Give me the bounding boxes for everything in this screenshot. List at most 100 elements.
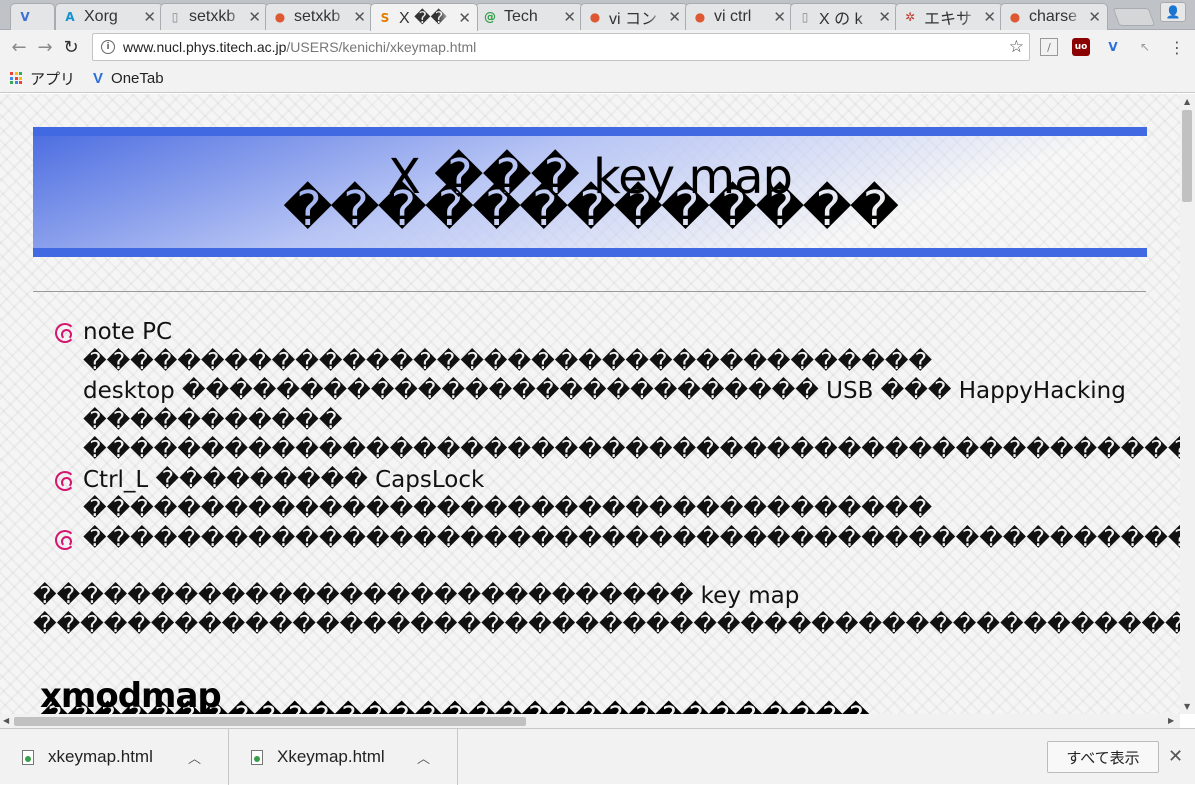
- close-tab-icon[interactable]: ✕: [563, 8, 576, 26]
- page-icon: ▯: [801, 10, 809, 24]
- duckduckgo-icon: ●: [1009, 10, 1021, 24]
- extension-icon[interactable]: /: [1040, 38, 1058, 56]
- list-item-line: note PC: [83, 319, 173, 345]
- arch-icon: A: [65, 10, 75, 24]
- tab-title: X ��: [399, 9, 447, 27]
- tab[interactable]: @ Tech ✕: [475, 3, 583, 30]
- forward-button[interactable]: →: [32, 34, 58, 60]
- horizontal-scroll-thumb[interactable]: [14, 717, 526, 726]
- tab-title: vi ctrl: [714, 8, 752, 25]
- tab[interactable]: ▯ X の k ✕: [790, 3, 898, 30]
- chevron-up-icon[interactable]: ︿: [417, 748, 430, 767]
- close-tab-icon[interactable]: ✕: [668, 8, 681, 26]
- list-item-line: ����������������������������������������…: [83, 525, 1180, 552]
- list-item-line: ������������������������������������: [83, 348, 933, 375]
- scroll-right-icon[interactable]: ▶: [1168, 716, 1174, 725]
- tab-strip: V A Xorg ✕ ▯ setxkb ✕ ● setxkb ✕ S X �� ✕ @ Tech ✕ ● vi…: [0, 0, 1195, 31]
- close-icon[interactable]: ✕: [1168, 746, 1183, 767]
- tab-title: setxkb: [294, 8, 341, 25]
- menu-icon[interactable]: ⋮: [1168, 38, 1186, 57]
- onetab-extension-icon[interactable]: V: [1104, 38, 1122, 56]
- excite-icon: ✲: [904, 10, 916, 24]
- close-tab-icon[interactable]: ✕: [878, 8, 891, 26]
- vertical-scroll-thumb[interactable]: [1182, 110, 1192, 202]
- bookmark-apps[interactable]: アプリ: [10, 68, 75, 89]
- onetab-icon: V: [93, 69, 104, 87]
- tab[interactable]: ● charse ✕: [1000, 3, 1108, 30]
- section-heading-sub: �������������������������������: [40, 700, 870, 714]
- list-item-line: Ctrl_L ��������� CapsLock: [83, 466, 485, 493]
- download-name: xkeymap.html: [48, 747, 153, 766]
- download-item[interactable]: Xkeymap.html ︿: [229, 729, 458, 785]
- close-tab-icon[interactable]: ✕: [248, 8, 261, 26]
- file-icon: [251, 749, 263, 765]
- bookmark-star-icon[interactable]: ☆: [1009, 37, 1024, 57]
- duckduckgo-icon: ●: [274, 10, 286, 24]
- tab-title: setxkb: [189, 8, 236, 25]
- page-subtitle: �������������: [283, 181, 899, 237]
- onetab-icon: V: [20, 10, 30, 24]
- download-shelf: xkeymap.html ︿ Xkeymap.html ︿ すべて表示 ✕: [0, 728, 1195, 785]
- info-icon[interactable]: i: [101, 40, 115, 54]
- list-item-line: desktop ��������������������������� USB …: [83, 378, 1126, 404]
- bookmark-onetab-label: OneTab: [111, 69, 164, 87]
- close-tab-icon[interactable]: ✕: [143, 8, 156, 26]
- url-text: www.nucl.phys.titech.ac.jp/USERS/kenichi…: [123, 39, 477, 55]
- horizontal-scrollbar[interactable]: ◀ ▶: [0, 714, 1180, 728]
- close-tab-icon[interactable]: ✕: [773, 8, 786, 26]
- debian-swirl-icon: [55, 529, 75, 550]
- tab-title: Tech: [504, 8, 538, 25]
- paragraph-line: ����������������������������������������…: [33, 612, 1180, 638]
- close-tab-icon[interactable]: ✕: [353, 8, 366, 26]
- scroll-left-icon[interactable]: ◀: [3, 716, 9, 725]
- banner-top-rule: [33, 127, 1147, 136]
- bookmark-onetab[interactable]: V OneTab: [93, 70, 164, 87]
- list-item: note PC ���������������������������������…: [55, 318, 1180, 466]
- close-tab-icon[interactable]: ✕: [983, 8, 996, 26]
- scroll-up-icon[interactable]: ▲: [1184, 97, 1190, 106]
- download-item[interactable]: xkeymap.html ︿: [0, 729, 229, 785]
- profile-icon[interactable]: 👤: [1160, 2, 1186, 22]
- new-tab-button[interactable]: [1112, 8, 1156, 26]
- file-icon: [22, 749, 34, 765]
- page-content: X ��� key map ������������� note PC �����…: [0, 94, 1180, 714]
- paragraph-line: ���������������������������� key map: [33, 583, 800, 609]
- page-icon: ▯: [171, 10, 179, 24]
- back-button[interactable]: ←: [6, 34, 32, 60]
- tab[interactable]: ▯ setxkb ✕: [160, 3, 268, 30]
- close-tab-icon[interactable]: ✕: [1088, 8, 1101, 26]
- bullet-list: note PC ���������������������������������…: [55, 318, 1180, 554]
- toolbar: ← → ↻ i www.nucl.phys.titech.ac.jp/USERS…: [0, 30, 1195, 64]
- download-name: Xkeymap.html: [277, 747, 385, 766]
- tab-title: vi コン: [609, 11, 658, 28]
- scroll-down-icon[interactable]: ▼: [1184, 702, 1190, 711]
- tab[interactable]: ● setxkb ✕: [265, 3, 373, 30]
- tab-title: X の k: [819, 11, 863, 28]
- reload-button[interactable]: ↻: [58, 34, 84, 60]
- tab[interactable]: ● vi コン ✕: [580, 3, 688, 30]
- tab-title: エキサ: [924, 11, 973, 28]
- duckduckgo-icon: ●: [694, 10, 706, 24]
- duckduckgo-icon: ●: [589, 10, 601, 24]
- tab[interactable]: ● vi ctrl ✕: [685, 3, 793, 30]
- tab[interactable]: ✲ エキサ ✕: [895, 3, 1003, 30]
- cursor-extension-icon[interactable]: ↖: [1136, 38, 1154, 56]
- intro-paragraph: ���������������������������� key map ���…: [33, 582, 1180, 640]
- vertical-scrollbar[interactable]: ▲ ▼: [1180, 94, 1195, 714]
- address-bar[interactable]: i www.nucl.phys.titech.ac.jp/USERS/kenic…: [92, 33, 1030, 61]
- tab[interactable]: A Xorg ✕: [55, 3, 163, 30]
- tab[interactable]: S X �� ✕: [370, 3, 478, 31]
- debian-swirl-icon: [55, 323, 75, 343]
- tab[interactable]: V: [10, 3, 55, 30]
- list-item-line: ����������������������������������������…: [83, 437, 1180, 463]
- tab-title: charse: [1029, 8, 1078, 25]
- divider: [33, 291, 1146, 292]
- ublock-icon[interactable]: uo: [1072, 38, 1090, 56]
- show-all-button[interactable]: すべて表示: [1047, 741, 1159, 773]
- close-tab-icon[interactable]: ✕: [458, 9, 471, 27]
- at-icon: @: [484, 10, 496, 24]
- bookmark-apps-label: アプリ: [30, 70, 76, 88]
- apps-grid-icon: [10, 72, 22, 84]
- chevron-up-icon[interactable]: ︿: [188, 748, 201, 767]
- tab-title: Xorg: [84, 8, 118, 25]
